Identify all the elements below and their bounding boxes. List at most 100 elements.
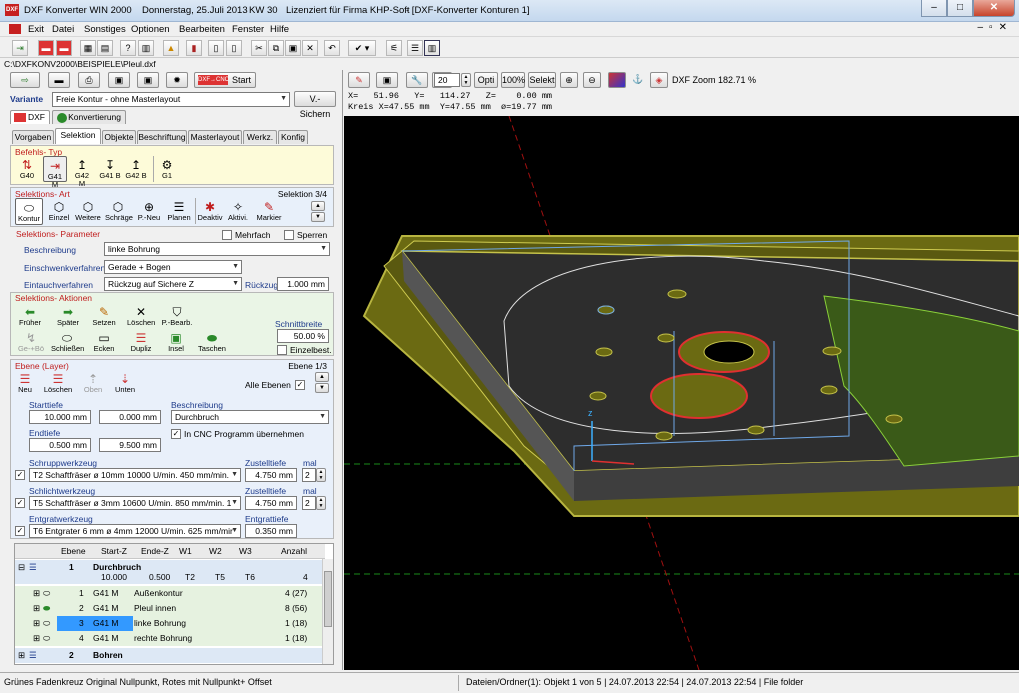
calculator-icon[interactable]: ▤ — [97, 40, 113, 56]
tab-objekte[interactable]: Objekte — [102, 130, 136, 144]
app-icon[interactable]: DXF — [5, 4, 19, 16]
schliessen-button[interactable]: ⬭ Schließen — [51, 331, 84, 353]
menu-hilfe[interactable]: Hilfe — [270, 24, 289, 35]
mdi-controls[interactable]: –▫✕ — [978, 22, 1014, 33]
color-button[interactable] — [608, 72, 626, 88]
schrupp-mal-field[interactable]: 2 — [302, 468, 316, 482]
print-button[interactable]: ⎙ — [78, 72, 100, 88]
expand-icon[interactable]: ⊞ — [33, 588, 40, 599]
expand-icon[interactable]: ⊞ — [33, 618, 40, 629]
tab-selektion[interactable]: Selektion — [55, 128, 101, 144]
g41b-button[interactable]: ↧ G41 B — [99, 158, 121, 180]
g41m-button[interactable]: ⇥ G41 M — [43, 156, 67, 189]
floppy-in-button[interactable]: ▣ — [108, 72, 130, 88]
starttiefe-field-1[interactable]: 10.000 mm — [29, 410, 91, 424]
taschen-button[interactable]: ⬬ Taschen — [197, 331, 227, 353]
g40-button[interactable]: ⇅ G40 — [17, 158, 37, 180]
expand-icon[interactable]: ⊟ — [18, 562, 25, 573]
tab-vorgaben[interactable]: Vorgaben — [12, 130, 54, 144]
wrench-button[interactable]: 🔧 — [406, 72, 428, 88]
mehrfach-checkbox[interactable] — [222, 230, 232, 240]
table-row[interactable]: ⊞ ⬭ 3 G41 M linke Bohrung 1 (18) — [15, 616, 323, 631]
p-neu-button[interactable]: ⊕ P.-Neu — [137, 200, 161, 222]
table-row[interactable]: ⊟ ☰ 1 Durchbruch 10.000 0.500 T2 T5 T6 4 — [15, 560, 323, 584]
book-icon[interactable]: ▦ — [80, 40, 96, 56]
beschreibung-select[interactable]: linke Bohrung — [104, 242, 330, 256]
weitere-button[interactable]: ⬡ Weitere — [75, 200, 101, 222]
tab-beschriftung[interactable]: Beschriftung — [137, 130, 187, 144]
scroll-thumb[interactable] — [324, 571, 332, 627]
schrupp-zustell-field[interactable]: 4.750 mm — [245, 468, 297, 482]
schlicht-mal-field[interactable]: 2 — [302, 496, 316, 510]
copy-icon[interactable]: ⧉ — [268, 40, 284, 56]
ebene-unten-button[interactable]: ⇣ Unten — [113, 372, 137, 394]
undo-icon[interactable]: ↶ — [324, 40, 340, 56]
schlicht-select[interactable]: T5 Schaftfräser ø 3mm 10600 U/min. 850 m… — [29, 496, 241, 510]
edit-box-button[interactable]: ▣ — [376, 72, 398, 88]
dxf-red2-icon[interactable]: ▬ — [56, 40, 72, 56]
g42m-button[interactable]: ↥ G42 M — [71, 158, 93, 188]
tab-dxf[interactable]: DXF — [10, 110, 50, 124]
kontur-button[interactable]: ⬭ Kontur — [15, 198, 43, 225]
eintauch-select[interactable]: Rückzug auf Sichere Z — [104, 277, 242, 291]
sperren-checkbox[interactable] — [284, 230, 294, 240]
split-vertical-icon[interactable]: ▥ — [424, 40, 440, 56]
variante-select[interactable]: Freie Kontur - ohne Masterlayout — [52, 92, 290, 107]
pages-icon[interactable]: ▯ — [226, 40, 242, 56]
markier-button[interactable]: ✎ Markier — [255, 200, 283, 222]
expand-icon[interactable]: ⊞ — [33, 633, 40, 644]
table-row[interactable]: ⊞ ☰ 2 Bohren — [15, 648, 323, 663]
g42b-button[interactable]: ↥ G42 B — [125, 158, 147, 180]
zoom-out-button[interactable]: ⊖ — [583, 72, 601, 88]
printer-setup-icon[interactable]: ▥ — [138, 40, 154, 56]
warning-icon[interactable]: ▲ — [163, 40, 179, 56]
planen-button[interactable]: ☰ Planen — [167, 200, 191, 222]
endtiefe-field-2[interactable]: 9.500 mm — [99, 438, 161, 452]
table-row[interactable]: ⊞ ⬭ 1 G41 M Außenkontur 4 (27) — [15, 586, 323, 601]
deaktiv-button[interactable]: ✱ Deaktiv — [197, 200, 223, 222]
page-icon[interactable]: ▯ — [208, 40, 224, 56]
monitor-button[interactable]: ▬ — [48, 72, 70, 88]
entgrat-checkbox[interactable]: ✓ — [15, 526, 25, 536]
schlicht-zustell-field[interactable]: 4.750 mm — [245, 496, 297, 510]
menu-exit[interactable]: Exit — [28, 24, 44, 35]
cut-icon[interactable]: ✂ — [251, 40, 267, 56]
dxf-red-icon[interactable]: ▬ — [38, 40, 54, 56]
opti-button[interactable]: Opti — [474, 72, 498, 88]
rueckzug-field[interactable]: 1.000 mm — [277, 277, 329, 291]
einzelbest-checkbox[interactable] — [277, 345, 287, 355]
books-icon[interactable]: ▮ — [186, 40, 202, 56]
maximize-button[interactable]: □ — [947, 0, 973, 17]
spaeter-button[interactable]: ➡ Später — [55, 305, 81, 327]
zoom-step-spinner[interactable]: ▲ ▼ — [461, 73, 471, 87]
cad-viewport[interactable]: z — [344, 116, 1019, 670]
start-button[interactable]: DXF→CNC Start — [194, 72, 256, 88]
einschwenk-select[interactable]: Gerade + Bogen — [104, 260, 242, 274]
3d-cube-button[interactable]: ◈ — [650, 72, 668, 88]
schraege-button[interactable]: ⬡ Schräge — [105, 200, 133, 222]
frueher-button[interactable]: ⬅ Früher — [17, 305, 43, 327]
table-row[interactable]: ⊞ ⬬ 2 G41 M Pleul innen 8 (56) — [15, 601, 323, 616]
schrupp-select[interactable]: T2 Schaftfräser ø 10mm 10000 U/min. 450 … — [29, 468, 241, 482]
exit-icon[interactable] — [9, 24, 21, 34]
ebene-beschreibung-select[interactable]: Durchbruch — [171, 410, 329, 424]
ecken-button[interactable]: ▭ Ecken — [91, 331, 117, 353]
menu-optionen[interactable]: Optionen — [131, 24, 170, 35]
table-scrollbar[interactable] — [322, 559, 333, 664]
schnittbreite-field[interactable]: 50.00 % — [277, 329, 329, 343]
entgrat-select[interactable]: T6 Entgrater 6 mm ø 4mm 12000 U/min. 625… — [29, 524, 241, 538]
selektion-up-button[interactable]: ▲ — [311, 201, 325, 211]
loeschen-button[interactable]: ✕ Löschen — [127, 305, 155, 327]
g1-button[interactable]: ⚙ G1 — [159, 158, 175, 180]
schrupp-mal-spinner[interactable]: ▲ ▼ — [316, 468, 326, 482]
selektion-down-button[interactable]: ▼ — [311, 212, 325, 222]
table-row[interactable]: ⊞ ⬭ 4 G41 M rechte Bohrung 1 (18) — [15, 631, 323, 646]
tab-konvertierung[interactable]: Konvertierung — [52, 110, 126, 124]
pen-button[interactable]: ✎ — [348, 72, 370, 88]
setzen-button[interactable]: ✎ Setzen — [91, 305, 117, 327]
tab-masterlayout[interactable]: Masterlayout — [188, 130, 242, 144]
schrupp-checkbox[interactable]: ✓ — [15, 470, 25, 480]
endtiefe-field-1[interactable]: 0.500 mm — [29, 438, 91, 452]
expand-icon[interactable]: ⊞ — [33, 603, 40, 614]
ebene-loeschen-button[interactable]: ☰ Löschen — [41, 372, 75, 394]
